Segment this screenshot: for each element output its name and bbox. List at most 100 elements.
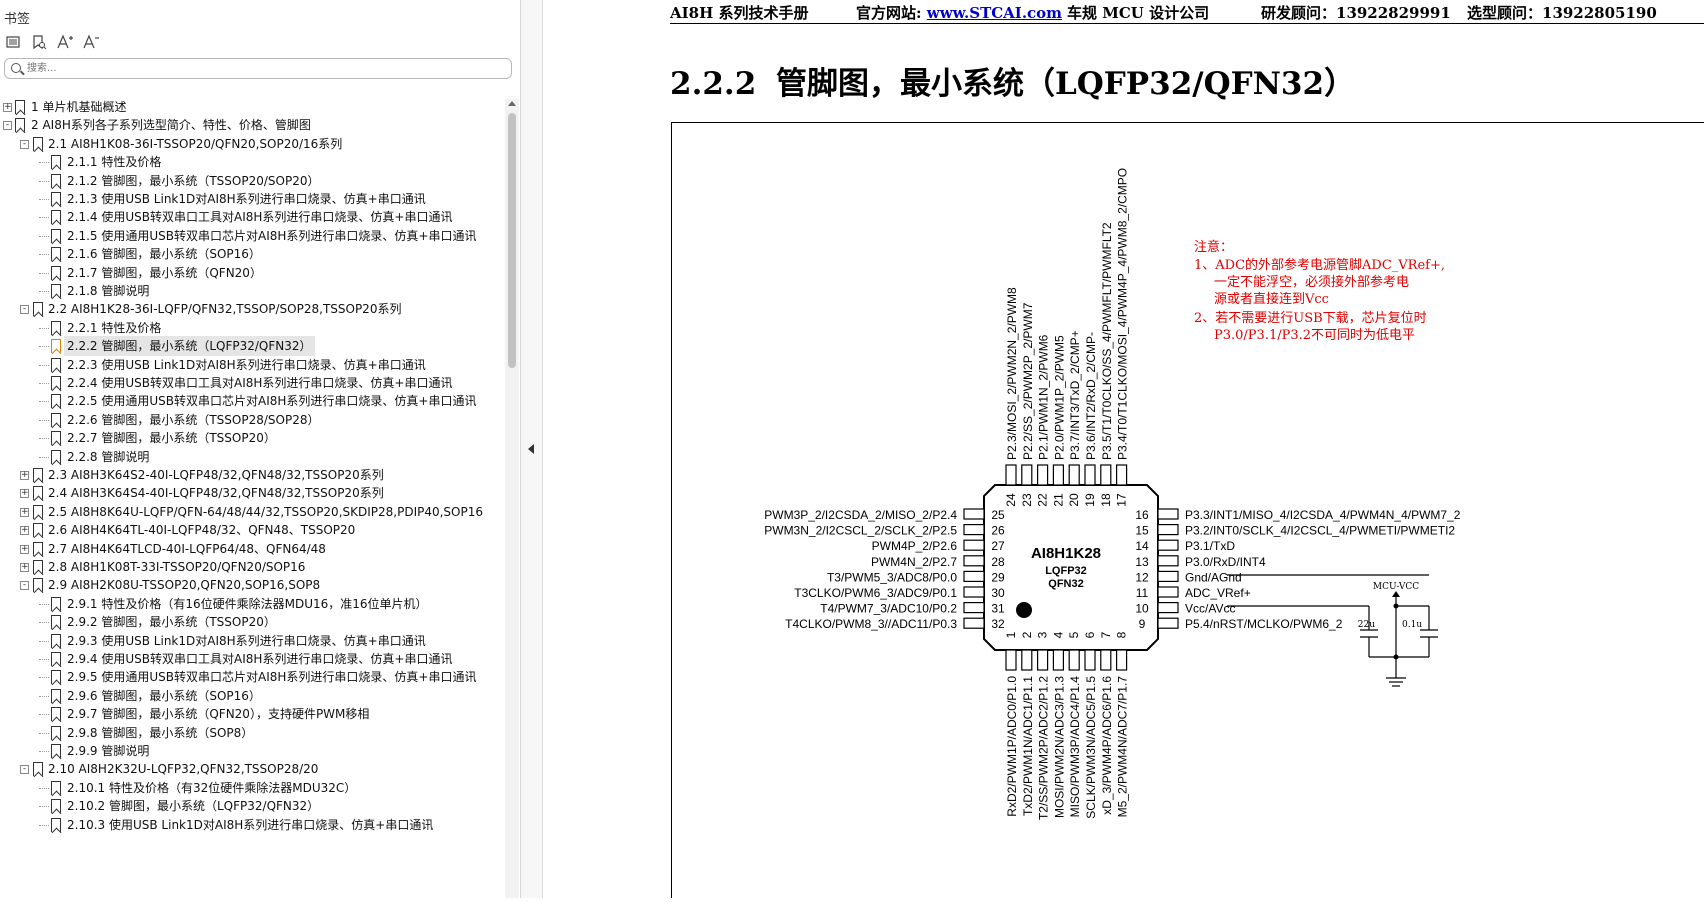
list-icon[interactable] <box>4 34 22 52</box>
bookmark-item[interactable]: +2.8 AI8H1K08T-33I-TSSOP20/QFN20/SOP16 <box>0 557 505 577</box>
bookmark-item[interactable]: +2.5 AI8H8K64U-LQFP/QFN-64/48/44/32,TSSO… <box>0 502 505 522</box>
bookmark-item[interactable]: 2.9.2 管脚图，最小系统（TSSOP20） <box>0 612 505 632</box>
bookmark-item[interactable]: 2.9.8 管脚图，最小系统（SOP8） <box>0 723 505 743</box>
pin-label-6: SCLK/PWM3N/ADC5/P1.5 <box>1084 676 1098 819</box>
bookmark-icon <box>33 468 43 482</box>
tree-guide-line <box>39 383 49 384</box>
collapse-icon[interactable]: - <box>20 305 29 315</box>
bookmark-item[interactable]: +1 单片机基础概述 <box>0 97 505 117</box>
pin-number-27: 27 <box>991 539 1005 553</box>
bookmark-item[interactable]: 2.1.3 使用USB Link1D对AI8H系列进行串口烧录、仿真+串口通讯 <box>0 189 505 209</box>
bookmark-item[interactable]: 2.9.5 使用通用USB转双串口芯片对AI8H系列进行串口烧录、仿真+串口通讯 <box>0 667 505 687</box>
header-website-link[interactable]: www.STCAI.com <box>927 4 1062 22</box>
bookmark-icon <box>33 762 43 777</box>
pin-bottom-8 <box>1116 649 1128 671</box>
bookmark-label: 2.9 AI8H2K08U-TSSOP20,QFN20,SOP16,SOP8 <box>48 578 321 593</box>
bookmark-item[interactable]: 2.2.7 管脚图，最小系统（TSSOP20） <box>0 428 505 448</box>
tree-guide-line <box>39 677 49 679</box>
bookmark-item[interactable]: 2.2.8 管脚说明 <box>0 447 505 467</box>
bookmark-item[interactable]: 2.2.6 管脚图，最小系统（TSSOP28/SOP28） <box>0 410 505 430</box>
collapse-icon[interactable]: - <box>3 121 12 131</box>
bookmark-item[interactable]: 2.9.3 使用USB Link1D对AI8H系列进行串口烧录、仿真+串口通讯 <box>0 631 505 651</box>
expand-icon[interactable]: + <box>20 526 29 536</box>
bookmark-icon <box>51 192 61 206</box>
bookmark-item[interactable]: 2.1.8 管脚说明 <box>0 281 505 301</box>
bookmark-scrollbar[interactable] <box>505 99 519 898</box>
bookmark-label: 2.9.8 管脚图，最小系统（SOP8） <box>67 725 254 740</box>
bookmark-item[interactable]: 2.10.1 特性及价格（有32位硬件乘除法器MDU32C） <box>0 778 505 798</box>
pin-number-21: 21 <box>1051 493 1065 507</box>
chip-package-2: QFN32 <box>1048 578 1083 590</box>
font-decrease-icon[interactable] <box>82 34 100 52</box>
collapse-arrow-icon[interactable] <box>528 444 534 454</box>
bookmark-item[interactable]: 2.9.9 管脚说明 <box>0 741 505 761</box>
bookmark-icon <box>51 173 61 188</box>
expand-icon[interactable]: + <box>20 544 29 554</box>
pinout-diagram: AI8H1K28 LQFP32 QFN32 25 PWM3P_2/I2CSDA_2… <box>671 122 1704 898</box>
bookmark-item[interactable]: 2.2.4 使用USB转双串口工具对AI8H系列进行串口烧录、仿真+串口通讯 <box>0 373 505 393</box>
bookmark-item[interactable]: 2.1.1 特性及价格 <box>0 152 505 172</box>
bookmark-label: 2.10.3 使用USB Link1D对AI8H系列进行串口烧录、仿真+串口通讯 <box>67 817 434 832</box>
bookmark-item[interactable]: 2.1.4 使用USB转双串口工具对AI8H系列进行串口烧录、仿真+串口通讯 <box>0 207 505 227</box>
collapse-icon[interactable]: - <box>20 765 29 775</box>
bookmark-item[interactable]: +2.6 AI8H4K64TL-40I-LQFP48/32、QFN48、TSSO… <box>0 520 505 540</box>
bookmark-icon <box>33 486 43 501</box>
bookmark-item[interactable]: 2.1.6 管脚图，最小系统（SOP16） <box>0 244 505 264</box>
pin-label-28: PWM4N_2/P2.7 <box>871 555 957 569</box>
expand-icon[interactable]: + <box>20 489 29 499</box>
bookmark-item[interactable]: 2.10.3 使用USB Link1D对AI8H系列进行串口烧录、仿真+串口通讯 <box>0 815 505 835</box>
expand-icon[interactable]: + <box>20 563 29 572</box>
bookmark-label: 2.1.5 使用通用USB转双串口芯片对AI8H系列进行串口烧录、仿真+串口通讯 <box>67 228 477 243</box>
expand-icon[interactable]: + <box>20 507 29 517</box>
bookmark-item[interactable]: 2.9.7 管脚图，最小系统（QFN20），支持硬件PWM移相 <box>0 704 505 724</box>
expand-icon[interactable]: + <box>20 471 29 480</box>
bookmark-label: 2.2.5 使用通用USB转双串口芯片对AI8H系列进行串口烧录、仿真+串口通讯 <box>67 394 477 409</box>
bookmark-item[interactable]: 2.2.5 使用通用USB转双串口芯片对AI8H系列进行串口烧录、仿真+串口通讯 <box>0 391 505 411</box>
bookmark-item-selected[interactable]: 2.2.2 管脚图，最小系统（LQFP32/QFN32） <box>0 336 505 357</box>
bookmark-item[interactable]: 2.9.4 使用USB转双串口工具对AI8H系列进行串口烧录、仿真+串口通讯 <box>0 649 505 669</box>
bookmark-item[interactable]: 2.2.3 使用USB Link1D对AI8H系列进行串口烧录、仿真+串口通讯 <box>0 355 505 375</box>
bookmark-item[interactable]: - 2 AI8H系列各子系列选型简介、特性、价格、管脚图 <box>0 115 505 135</box>
pin-label-27: PWM4P_2/P2.6 <box>872 539 958 553</box>
bookmark-item[interactable]: 2.10.2 管脚图，最小系统（LQFP32/QFN32） <box>0 796 505 816</box>
collapse-icon[interactable]: - <box>20 139 29 149</box>
collapse-icon[interactable]: - <box>20 581 29 591</box>
bookmark-item[interactable]: +2.4 AI8H3K64S4-40I-LQFP48/32,QFN48/32,T… <box>0 483 505 503</box>
bookmark-icon <box>51 670 61 685</box>
pin-label-5: MISO/PWM3P/ADC4/P1.4 <box>1068 676 1082 818</box>
tree-guide-line <box>39 327 49 329</box>
pin-number-14: 14 <box>1135 539 1149 553</box>
pin-bottom-3 <box>1037 649 1049 671</box>
bookmark-label: 2.7 AI8H4K64TLCD-40I-LQFP64/48、QFN64/48 <box>48 541 326 556</box>
bookmark-label: 2.1.8 管脚说明 <box>67 284 150 298</box>
scrollbar-thumb[interactable] <box>508 113 516 368</box>
bookmark-label: 2.1 AI8H1K08-36I-TSSOP20/QFN20,SOP20/16系… <box>48 136 343 151</box>
pin-label-21: P2.0/PWM1P_2/PWM5 <box>1052 335 1066 460</box>
note-line-5: P3.0/P3.1/P3.2不可同时为低电平 <box>1214 328 1415 343</box>
bookmark-item[interactable]: - 2.1 AI8H1K08-36I-TSSOP20/QFN20,SOP20/16… <box>0 134 505 154</box>
panel-collapse-bar[interactable] <box>521 0 543 898</box>
pin-label-24: P2.3/MOSI_2/PWM2N_2/PWM8 <box>1005 287 1019 460</box>
bookmark-label: 2.10.2 管脚图，最小系统（LQFP32/QFN32） <box>67 799 320 814</box>
bookmark-item[interactable]: - 2.9 AI8H2K08U-TSSOP20,QFN20,SOP16,SOP8 <box>0 575 505 595</box>
bookmark-item[interactable]: 2.9.6 管脚图，最小系统（SOP16） <box>0 686 505 706</box>
bookmark-item[interactable]: 2.2.1 特性及价格 <box>0 318 505 338</box>
bookmark-item[interactable]: - 2.2 AI8H1K28-36I-LQFP/QFN32,TSSOP/SOP28… <box>0 299 505 319</box>
bookmark-item[interactable]: 2.1.2 管脚图，最小系统（TSSOP20/SOP20） <box>0 171 505 191</box>
bookmark-item[interactable]: 2.1.5 使用通用USB转双串口芯片对AI8H系列进行串口烧录、仿真+串口通讯 <box>0 226 505 246</box>
expand-icon[interactable]: + <box>3 103 12 112</box>
section-heading: 2.2.2 管脚图，最小系统（LQFP32/QFN32） <box>670 58 1355 103</box>
bookmark-item[interactable]: - 2.10 AI8H2K32U-LQFP32,QFN32,TSSOP28/20 <box>0 759 505 779</box>
tree-guide-line <box>39 291 49 292</box>
bookmark-search-box <box>4 58 512 79</box>
bookmark-item[interactable]: +2.3 AI8H3K64S2-40I-LQFP48/32,QFN48/32,T… <box>0 465 505 485</box>
bookmark-label: 2.9.1 特性及价格（有16位硬件乘除法器MDU16，准16位单片机） <box>67 596 428 611</box>
bookmark-search-icon[interactable] <box>30 34 48 52</box>
bookmark-item[interactable]: +2.7 AI8H4K64TLCD-40I-LQFP64/48、QFN64/48 <box>0 539 505 559</box>
bookmark-item[interactable]: 2.1.7 管脚图，最小系统（QFN20） <box>0 263 505 283</box>
scroll-up-arrow-icon[interactable] <box>508 101 516 106</box>
chip-package-1: LQFP32 <box>1045 565 1087 577</box>
bookmark-search-input[interactable] <box>27 60 497 77</box>
font-increase-icon[interactable] <box>56 34 74 52</box>
bookmark-item[interactable]: 2.9.1 特性及价格（有16位硬件乘除法器MDU16，准16位单片机） <box>0 594 505 614</box>
